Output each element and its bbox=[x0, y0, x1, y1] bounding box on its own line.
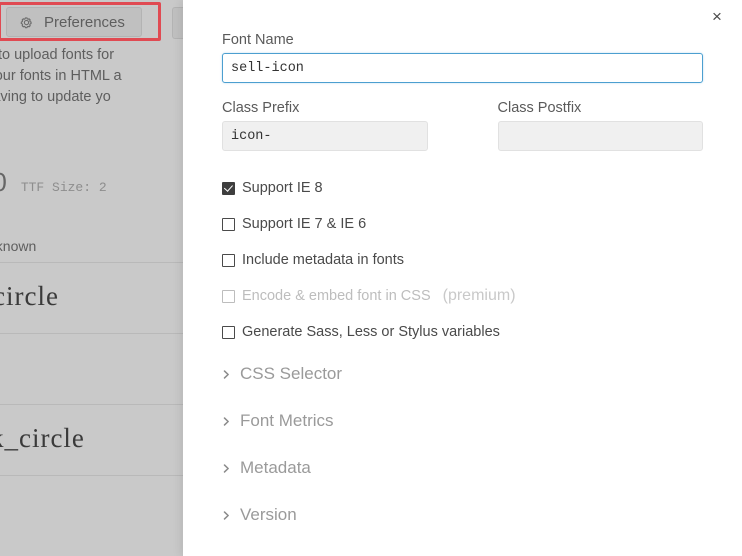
checkbox-icon[interactable] bbox=[222, 181, 235, 195]
option-support-ie8[interactable]: Support IE 8 bbox=[222, 177, 703, 199]
glyph-name: eck_circle bbox=[0, 423, 85, 453]
usage-line-1-rest: to upload fonts for bbox=[0, 47, 115, 63]
accordion-label: Font Metrics bbox=[240, 411, 334, 430]
glyph-list: d_circle eck_circle bbox=[0, 262, 190, 546]
usage-paragraph: Usage to upload fonts for ence your font… bbox=[0, 45, 190, 108]
checkbox-icon[interactable] bbox=[222, 217, 235, 231]
option-support-ie7-ie6[interactable]: Support IE 7 & IE 6 bbox=[222, 213, 703, 235]
license-unknown-label: nknown bbox=[0, 238, 37, 254]
accordion-section-css-selector[interactable]: CSS Selector bbox=[222, 364, 703, 384]
app-toolbar: Preferences bbox=[0, 0, 190, 44]
preferences-dialog: × Font Name Class Prefix Class Postfix S… bbox=[183, 0, 742, 556]
accordion-label: Metadata bbox=[240, 458, 311, 477]
glyph-name: d_circle bbox=[0, 281, 59, 311]
accordion-section-font-metrics[interactable]: Font Metrics bbox=[222, 411, 703, 431]
usage-line-2: ence your fonts in HTML a bbox=[0, 68, 122, 84]
list-item[interactable] bbox=[0, 333, 190, 404]
font-name-label: Font Name bbox=[222, 32, 294, 48]
checkbox-icon[interactable] bbox=[222, 325, 235, 339]
class-postfix-label: Class Postfix bbox=[497, 100, 582, 116]
list-item[interactable]: eck_circle bbox=[0, 404, 190, 475]
preferences-button-label: Preferences bbox=[44, 13, 125, 31]
glyph-count-label: hs: 10 bbox=[0, 167, 7, 197]
option-label: Support IE 8 bbox=[242, 180, 323, 196]
checkbox-icon bbox=[222, 289, 235, 303]
close-icon[interactable]: × bbox=[705, 4, 729, 28]
option-generate-sass-less-stylus[interactable]: Generate Sass, Less or Stylus variables bbox=[222, 321, 703, 343]
font-stats: hs: 10 TTF Size: 2 bbox=[0, 167, 107, 198]
list-item[interactable]: d_circle bbox=[0, 262, 190, 333]
option-label: Encode & embed font in CSS bbox=[242, 288, 431, 304]
class-name-row: Class Prefix Class Postfix bbox=[222, 100, 703, 151]
accordion-section-version[interactable]: Version bbox=[222, 505, 703, 525]
chevron-right-icon bbox=[223, 416, 229, 426]
page-backdrop-overlay: Preferences Usage to upload fonts for en… bbox=[0, 0, 190, 556]
chevron-right-icon bbox=[223, 369, 229, 379]
gear-icon bbox=[20, 16, 32, 28]
chevron-right-icon bbox=[223, 463, 229, 473]
chevron-right-icon bbox=[223, 510, 229, 520]
accordion-sections: CSS Selector Font Metrics Metadata Versi… bbox=[222, 364, 703, 525]
checkbox-icon[interactable] bbox=[222, 253, 235, 267]
usage-line-3: hout having to update yo bbox=[0, 89, 111, 105]
preferences-button[interactable]: Preferences bbox=[6, 7, 142, 37]
options-checkbox-group: Support IE 8 Support IE 7 & IE 6 Include… bbox=[222, 177, 703, 343]
list-item[interactable] bbox=[0, 475, 190, 546]
class-prefix-input[interactable] bbox=[222, 121, 428, 151]
class-postfix-input[interactable] bbox=[497, 121, 703, 151]
accordion-section-metadata[interactable]: Metadata bbox=[222, 458, 703, 478]
option-include-metadata[interactable]: Include metadata in fonts bbox=[222, 249, 703, 271]
option-label: Generate Sass, Less or Stylus variables bbox=[242, 324, 500, 340]
class-prefix-label: Class Prefix bbox=[222, 100, 300, 116]
ttf-size-label: TTF Size: 2 bbox=[20, 180, 107, 195]
accordion-label: CSS Selector bbox=[240, 364, 343, 383]
option-label: Include metadata in fonts bbox=[242, 252, 405, 268]
font-name-input[interactable] bbox=[222, 53, 703, 83]
accordion-label: Version bbox=[240, 505, 297, 524]
preferences-form: Font Name Class Prefix Class Postfix Sup… bbox=[222, 32, 703, 552]
option-encode-embed-font: Encode & embed font in CSS (premium) bbox=[222, 285, 703, 307]
option-label: Support IE 7 & IE 6 bbox=[242, 216, 367, 232]
premium-badge: (premium) bbox=[442, 287, 516, 304]
